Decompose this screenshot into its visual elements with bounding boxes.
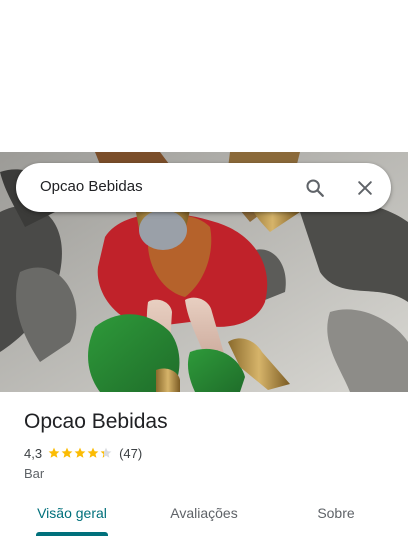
place-category[interactable]: Bar — [24, 466, 44, 481]
rating-row[interactable]: 4,3 (47) — [24, 445, 142, 461]
place-tabs: Visão geral Avaliações Sobre — [0, 498, 408, 544]
star-icon — [61, 447, 73, 458]
star-rating — [48, 447, 113, 459]
place-title: Opcao Bebidas — [24, 410, 168, 433]
tab-about[interactable]: Sobre — [296, 498, 376, 542]
star-icon — [87, 447, 99, 458]
close-icon[interactable] — [352, 175, 378, 201]
search-icon[interactable] — [302, 175, 328, 201]
star-icon — [74, 447, 86, 458]
search-input[interactable]: Opcao Bebidas — [40, 178, 143, 195]
star-icon — [100, 447, 112, 458]
search-bar[interactable]: Opcao Bebidas — [16, 163, 391, 212]
selected-tab-indicator — [36, 532, 108, 536]
map-top-area — [0, 0, 408, 152]
rating-value: 4,3 — [24, 445, 43, 461]
review-count[interactable]: (47) — [119, 446, 142, 461]
place-info-panel: Opcao Bebidas 4,3 (47) Bar Visão geral A… — [0, 392, 408, 544]
star-icon — [48, 447, 60, 458]
tab-reviews[interactable]: Avaliações — [158, 498, 250, 542]
